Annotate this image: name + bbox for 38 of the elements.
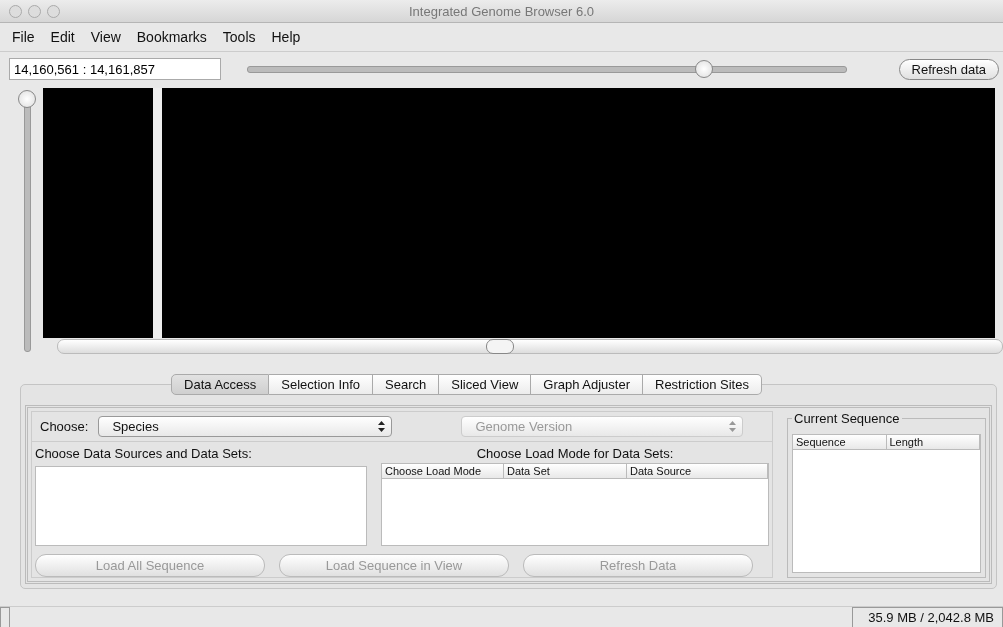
zoom-slider-track[interactable] xyxy=(247,60,847,78)
data-sources-list[interactable] xyxy=(35,465,367,546)
menu-item[interactable]: View xyxy=(82,29,129,45)
refresh-button[interactable]: Refresh data xyxy=(898,58,999,80)
tab[interactable]: Sliced View xyxy=(439,374,532,395)
menu-item[interactable]: Edit xyxy=(42,29,83,45)
horizontal-scrollbar[interactable] xyxy=(57,339,1003,354)
column-header[interactable]: Sequence xyxy=(793,435,887,450)
tab[interactable]: Selection Info xyxy=(269,374,374,395)
column-header[interactable]: Data Source xyxy=(627,463,768,479)
tab[interactable]: Search xyxy=(373,374,440,395)
group-title: Current Sequence xyxy=(793,411,901,426)
scrollbar-thumb[interactable] xyxy=(486,339,514,355)
column-header[interactable]: Choose Load Mode xyxy=(382,463,504,479)
data-sources-label: Choose Data Sources and Data Sets: xyxy=(35,445,253,461)
up-down-arrows-icon xyxy=(729,420,737,432)
menu-item[interactable]: Tools xyxy=(214,29,264,45)
status-message-area xyxy=(0,607,10,627)
choose-label: Choose: xyxy=(40,418,89,434)
menu-item[interactable]: Help xyxy=(263,29,309,45)
memory-usage: 35.9 MB / 2,042.8 MB xyxy=(852,607,1003,627)
splitter[interactable] xyxy=(153,88,162,339)
window-title: Integrated Genome Browser 6.0 xyxy=(409,3,594,19)
location-field[interactable]: 14,160,561 : 14,161,857 xyxy=(9,58,221,80)
load-mode-label: Choose Load Mode for Data Sets: xyxy=(475,445,675,461)
up-down-arrows-icon xyxy=(378,420,386,432)
column-header[interactable]: Data Set xyxy=(504,463,627,479)
tab[interactable]: Data Access xyxy=(171,374,270,395)
tab[interactable]: Graph Adjuster xyxy=(531,374,643,395)
tab[interactable]: Restriction Sites xyxy=(643,374,762,395)
window-control-icon[interactable] xyxy=(28,4,41,18)
window-control-icon[interactable] xyxy=(47,4,60,18)
column-header[interactable]: Length xyxy=(886,435,980,450)
menu-item[interactable]: File xyxy=(4,29,43,45)
zoom-slider-thumb[interactable] xyxy=(695,60,713,78)
species-dropdown[interactable]: Species xyxy=(98,415,393,437)
menu-item[interactable]: Bookmarks xyxy=(128,29,215,45)
window-control-icon[interactable] xyxy=(9,4,22,18)
